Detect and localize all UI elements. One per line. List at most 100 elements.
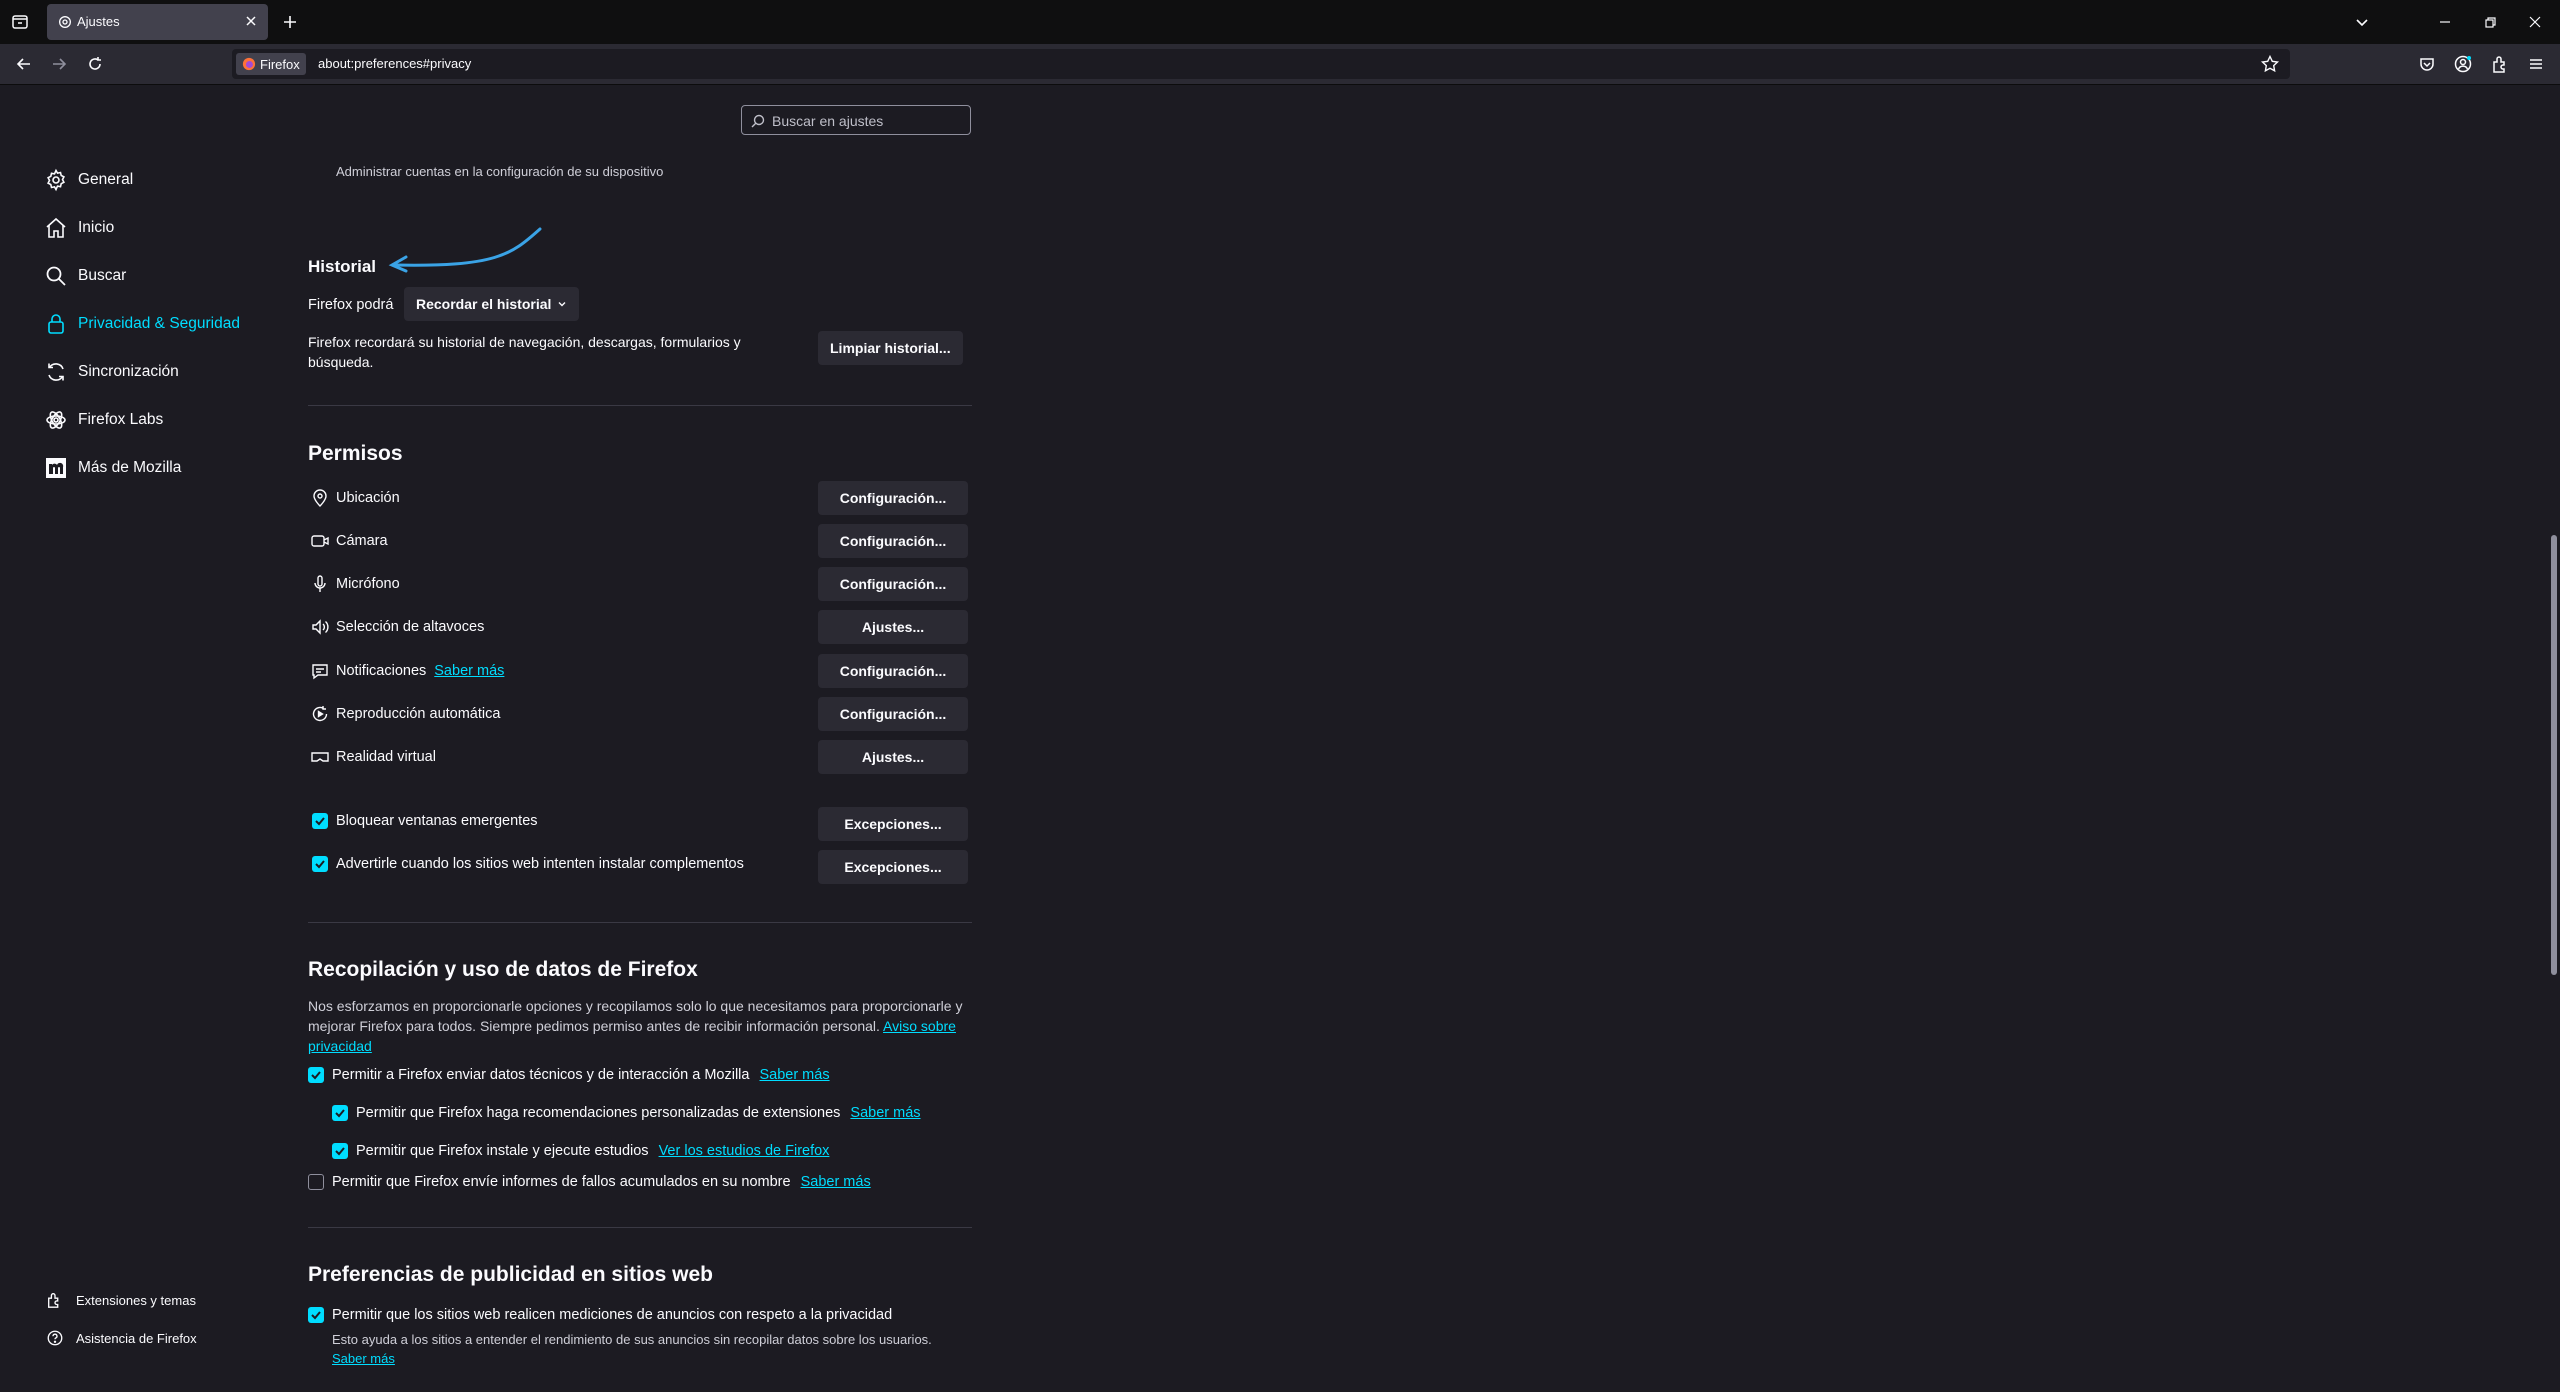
firefox-logo-icon <box>242 57 256 71</box>
speaker-icon <box>312 619 329 635</box>
settings-search[interactable] <box>741 105 971 135</box>
sidebar-footer-extensiones[interactable]: Extensiones y temas <box>46 1289 196 1311</box>
block-popups-row[interactable]: Bloquear ventanas emergentes <box>312 813 538 829</box>
tab-list-icon[interactable] <box>8 10 32 34</box>
crash-reports-learn-more-link[interactable]: Saber más <box>801 1174 871 1190</box>
history-mode-value: Recordar el historial <box>416 296 552 312</box>
ubicacion-settings-button[interactable]: Configuración... <box>818 481 968 515</box>
sidebar-footer-asistencia[interactable]: Asistencia de Firefox <box>46 1327 197 1349</box>
identity-label: Firefox <box>260 56 300 72</box>
clear-history-button[interactable]: Limpiar historial... <box>818 331 963 365</box>
pocket-icon[interactable] <box>2417 54 2437 74</box>
search-input[interactable] <box>770 111 964 131</box>
permission-row-ubicacion: Ubicación <box>310 486 400 510</box>
recommendations-learn-more-link[interactable]: Saber más <box>850 1105 920 1121</box>
warn-addons-checkbox[interactable] <box>312 856 328 872</box>
sidebar-item-buscar[interactable]: Buscar <box>44 261 126 291</box>
recommendations-checkbox[interactable] <box>332 1105 348 1121</box>
identity-box[interactable]: Firefox <box>236 53 306 75</box>
permission-row-microfono: Micrófono <box>310 572 400 596</box>
autoplay-settings-button[interactable]: Configuración... <box>818 697 968 731</box>
recopilacion-title: Recopilación y uso de datos de Firefox <box>308 958 698 981</box>
addons-exceptions-button[interactable]: Excepciones... <box>818 850 968 884</box>
annotation-arrow <box>388 227 542 273</box>
notificaciones-learn-more-link[interactable]: Saber más <box>434 663 504 679</box>
crash-reports-checkbox[interactable] <box>308 1174 324 1190</box>
studies-checkbox[interactable] <box>332 1143 348 1159</box>
back-icon[interactable] <box>14 54 34 74</box>
scrollbar[interactable] <box>2548 85 2560 1392</box>
new-tab-icon[interactable] <box>280 12 300 32</box>
ad-measurement-row[interactable]: Permitir que los sitios web realicen med… <box>308 1307 892 1323</box>
permission-label: Realidad virtual <box>336 749 436 765</box>
forward-icon[interactable] <box>49 54 69 74</box>
sidebar-item-sincronizacion[interactable]: Sincronización <box>44 357 179 387</box>
chevron-down-icon[interactable] <box>2352 12 2372 32</box>
minimize-icon[interactable] <box>2435 12 2455 32</box>
microfono-settings-button[interactable]: Configuración... <box>818 567 968 601</box>
puzzle-icon <box>48 1293 59 1308</box>
permission-label: Cámara <box>336 533 388 549</box>
search-icon <box>751 114 765 128</box>
recopilacion-description-text: Nos esforzamos en proporcionarle opcione… <box>308 998 963 1034</box>
permission-label: Reproducción automática <box>336 706 501 722</box>
recommendations-row[interactable]: Permitir que Firefox haga recomendacione… <box>332 1105 921 1121</box>
history-mode-select[interactable]: Recordar el historial <box>404 287 580 321</box>
checkmark-icon <box>315 860 325 869</box>
sync-icon <box>48 363 64 381</box>
chevron-down-icon <box>558 302 566 307</box>
history-description: Firefox recordará su historial de navega… <box>308 334 741 370</box>
sidebar-item-general[interactable]: General <box>44 165 133 195</box>
close-icon[interactable] <box>244 14 258 28</box>
extensions-icon[interactable] <box>2490 54 2510 74</box>
permission-label: Micrófono <box>336 576 400 592</box>
recommendations-label: Permitir que Firefox haga recomendacione… <box>356 1105 841 1121</box>
reload-icon[interactable] <box>85 54 105 74</box>
crash-reports-row[interactable]: Permitir que Firefox envíe informes de f… <box>308 1174 871 1190</box>
crash-reports-label: Permitir que Firefox envíe informes de f… <box>332 1174 791 1190</box>
sidebar-item-label: Buscar <box>78 267 127 284</box>
sidebar-item-privacidad[interactable]: Privacidad & Seguridad <box>44 309 240 339</box>
notificaciones-settings-button[interactable]: Configuración... <box>818 654 968 688</box>
telemetry-checkbox[interactable] <box>308 1067 324 1083</box>
publicidad-title: Preferencias de publicidad en sitios web <box>308 1263 713 1286</box>
divider <box>308 1227 972 1228</box>
divider <box>308 405 972 406</box>
ad-measurement-learn-more-link[interactable]: Saber más <box>332 1351 395 1366</box>
scrollbar-thumb[interactable] <box>2551 535 2557 975</box>
ad-measurement-checkbox[interactable] <box>308 1307 324 1323</box>
microphone-icon <box>314 575 326 592</box>
checkmark-icon <box>311 1071 321 1080</box>
bookmark-star-icon[interactable] <box>2260 54 2280 74</box>
account-icon[interactable] <box>2453 54 2473 74</box>
restore-icon[interactable] <box>2480 12 2500 32</box>
divider <box>308 922 972 923</box>
checkmark-icon <box>311 1311 321 1320</box>
block-popups-checkbox[interactable] <box>312 813 328 829</box>
warn-addons-row[interactable]: Advertirle cuando los sitios web intente… <box>312 856 744 872</box>
checkmark-icon <box>335 1109 345 1118</box>
vr-settings-button[interactable]: Ajustes... <box>818 740 968 774</box>
sidebar-item-firefox-labs[interactable]: Firefox Labs <box>44 405 163 435</box>
checkmark-icon <box>315 817 325 826</box>
sidebar-item-label: Inicio <box>78 219 115 236</box>
telemetry-row[interactable]: Permitir a Firefox enviar datos técnicos… <box>308 1067 830 1083</box>
sidebar-item-inicio[interactable]: Inicio <box>44 213 114 243</box>
sidebar-item-label: Más de Mozilla <box>78 459 182 476</box>
studies-link[interactable]: Ver los estudios de Firefox <box>659 1143 830 1159</box>
sidebar-item-mas-de-mozilla[interactable]: Más de Mozilla <box>44 453 181 483</box>
sidebar-item-label: General <box>78 171 134 188</box>
permission-row-altavoces: Selección de altavoces <box>310 615 484 639</box>
url-bar[interactable]: Firefox about:preferences#privacy <box>232 49 2290 79</box>
close-window-icon[interactable] <box>2525 12 2545 32</box>
popups-exceptions-button[interactable]: Excepciones... <box>818 807 968 841</box>
sidebar-item-label: Firefox Labs <box>78 411 164 428</box>
url-text[interactable]: about:preferences#privacy <box>318 56 471 71</box>
tab-settings[interactable]: Ajustes <box>47 4 268 40</box>
menu-icon[interactable] <box>2526 54 2546 74</box>
studies-row[interactable]: Permitir que Firefox instale y ejecute e… <box>332 1143 829 1159</box>
camara-settings-button[interactable]: Configuración... <box>818 524 968 558</box>
camera-icon <box>311 535 329 547</box>
telemetry-learn-more-link[interactable]: Saber más <box>759 1067 829 1083</box>
altavoces-settings-button[interactable]: Ajustes... <box>818 610 968 644</box>
